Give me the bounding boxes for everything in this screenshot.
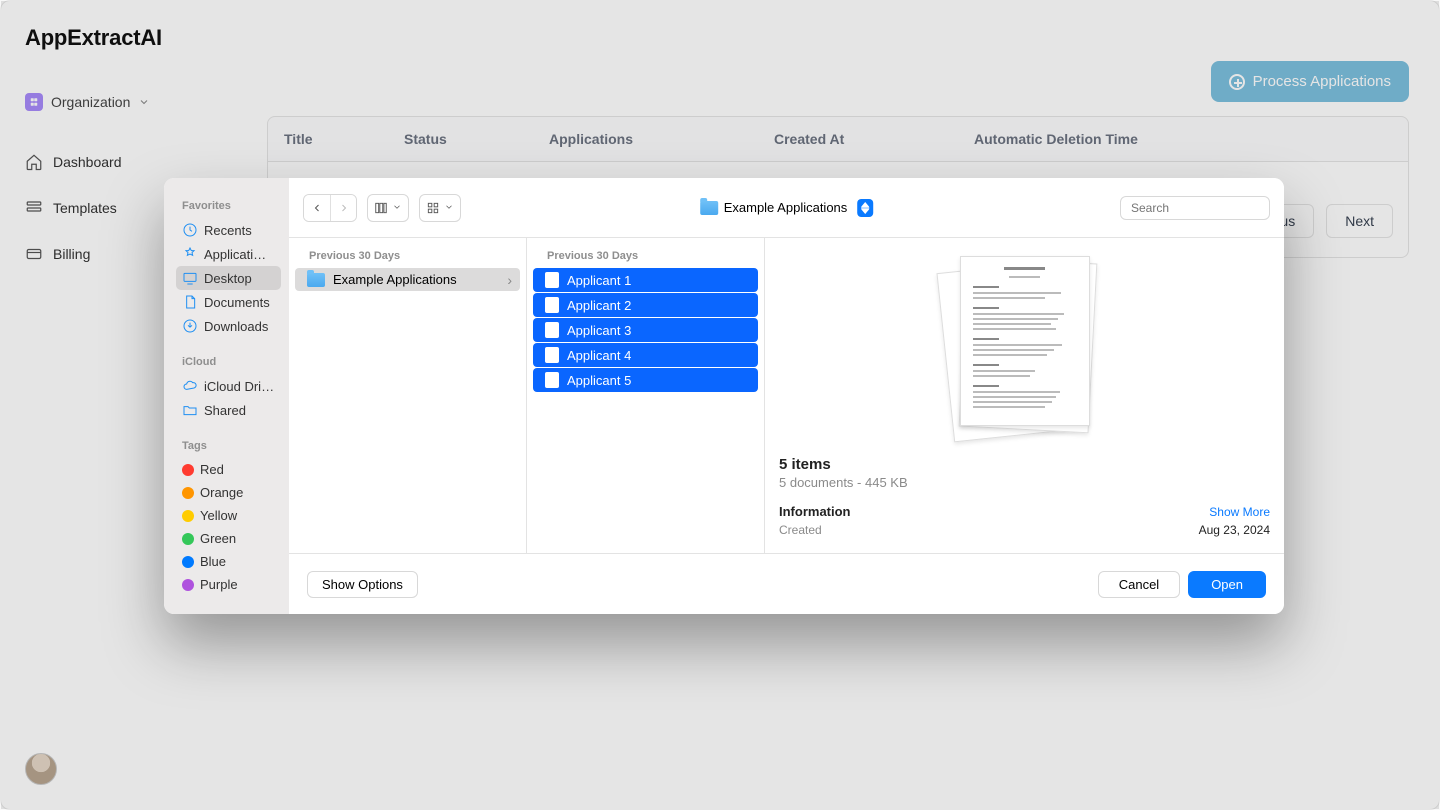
tag-dot-icon <box>182 487 194 499</box>
desktop-icon <box>182 270 198 286</box>
location-updown-icon <box>857 199 873 217</box>
dialog-columns: Previous 30 Days Example Applications Pr… <box>289 238 1284 554</box>
cancel-button[interactable]: Cancel <box>1098 571 1180 598</box>
shared-folder-icon <box>182 402 198 418</box>
sidebar-tag-blue[interactable]: Blue <box>176 550 281 573</box>
column-2: Previous 30 Days Applicant 1 Applicant 2 A… <box>527 238 765 553</box>
sidebar-item-recents[interactable]: Recents <box>176 218 281 242</box>
file-row-label: Applicant 1 <box>567 273 631 288</box>
file-row[interactable]: Applicant 5 <box>533 368 758 392</box>
file-open-dialog: Favorites Recents Applicati… Desktop Doc… <box>164 178 1284 614</box>
tag-dot-icon <box>182 533 194 545</box>
dialog-main: Example Applications Previous 30 Days <box>289 178 1284 614</box>
sidebar-documents-label: Documents <box>204 295 270 310</box>
column-1-header: Previous 30 Days <box>289 246 526 268</box>
sidebar-tag-yellow[interactable]: Yellow <box>176 504 281 527</box>
sidebar-item-icloud-drive[interactable]: iCloud Dri… <box>176 374 281 398</box>
show-more-link[interactable]: Show More <box>1209 505 1270 519</box>
dialog-toolbar: Example Applications <box>289 178 1284 238</box>
sidebar-desktop-label: Desktop <box>204 271 252 286</box>
tag-dot-icon <box>182 556 194 568</box>
preview-created-label: Created <box>779 523 822 537</box>
tag-dot-icon <box>182 579 194 591</box>
tag-label: Red <box>200 462 224 477</box>
nav-back-forward-group <box>303 194 357 222</box>
preview-info-label: Information <box>779 504 851 519</box>
file-row[interactable]: Applicant 1 <box>533 268 758 292</box>
sidebar-downloads-label: Downloads <box>204 319 268 334</box>
file-row[interactable]: Applicant 4 <box>533 343 758 367</box>
document-stack-preview <box>945 256 1105 436</box>
sidebar-tag-purple[interactable]: Purple <box>176 573 281 596</box>
clock-icon <box>182 222 198 238</box>
folder-icon <box>700 201 718 215</box>
column-2-header: Previous 30 Days <box>527 246 764 268</box>
file-row-label: Applicant 2 <box>567 298 631 313</box>
cloud-icon <box>182 378 198 394</box>
chevron-down-icon <box>392 199 402 217</box>
sidebar-item-shared[interactable]: Shared <box>176 398 281 422</box>
file-row-label: Applicant 3 <box>567 323 631 338</box>
folder-icon <box>307 273 325 287</box>
preview-created-value: Aug 23, 2024 <box>1199 523 1270 537</box>
show-options-button[interactable]: Show Options <box>307 571 418 598</box>
file-row-label: Applicant 4 <box>567 348 631 363</box>
dialog-sidebar: Favorites Recents Applicati… Desktop Doc… <box>164 178 289 614</box>
tag-dot-icon <box>182 464 194 476</box>
document-icon <box>545 322 559 338</box>
file-row-label: Applicant 5 <box>567 373 631 388</box>
document-icon <box>545 272 559 288</box>
forward-button[interactable] <box>330 195 356 221</box>
sidebar-item-desktop[interactable]: Desktop <box>176 266 281 290</box>
tag-label: Orange <box>200 485 243 500</box>
tag-dot-icon <box>182 510 194 522</box>
tag-label: Blue <box>200 554 226 569</box>
location-label: Example Applications <box>724 200 848 215</box>
sidebar-recents-label: Recents <box>204 223 252 238</box>
tag-label: Yellow <box>200 508 237 523</box>
sidebar-applications-label: Applicati… <box>204 247 266 262</box>
document-icon <box>545 372 559 388</box>
sidebar-tag-red[interactable]: Red <box>176 458 281 481</box>
group-icon <box>426 201 440 215</box>
open-button[interactable]: Open <box>1188 571 1266 598</box>
chevron-down-icon <box>444 199 454 217</box>
tag-label: Purple <box>200 577 238 592</box>
view-mode-select[interactable] <box>367 194 409 222</box>
sidebar-shared-label: Shared <box>204 403 246 418</box>
dialog-footer: Show Options Cancel Open <box>289 554 1284 614</box>
columns-view-icon <box>374 201 388 215</box>
file-row[interactable]: Applicant 3 <box>533 318 758 342</box>
app-window: AppExtractAI Organization Dashboard Temp… <box>0 0 1440 810</box>
folder-row-label: Example Applications <box>333 272 457 287</box>
location-selector[interactable]: Example Applications <box>694 195 880 221</box>
document-icon <box>545 297 559 313</box>
icloud-section-label: iCloud <box>176 352 289 374</box>
document-icon <box>545 347 559 363</box>
downloads-icon <box>182 318 198 334</box>
preview-pane: 5 items 5 documents - 445 KB Information… <box>765 238 1284 553</box>
back-button[interactable] <box>304 195 330 221</box>
preview-title: 5 items <box>779 456 1270 473</box>
tags-section-label: Tags <box>176 436 289 458</box>
documents-icon <box>182 294 198 310</box>
search-input[interactable] <box>1131 201 1284 215</box>
preview-subtitle: 5 documents - 445 KB <box>779 475 1270 490</box>
folder-row-example-applications[interactable]: Example Applications <box>295 268 520 291</box>
tag-label: Green <box>200 531 236 546</box>
sidebar-icloud-drive-label: iCloud Dri… <box>204 379 274 394</box>
sidebar-tag-orange[interactable]: Orange <box>176 481 281 504</box>
group-by-select[interactable] <box>419 194 461 222</box>
search-box[interactable] <box>1120 196 1270 220</box>
file-row[interactable]: Applicant 2 <box>533 293 758 317</box>
sidebar-tag-green[interactable]: Green <box>176 527 281 550</box>
column-1: Previous 30 Days Example Applications <box>289 238 527 553</box>
sidebar-item-documents[interactable]: Documents <box>176 290 281 314</box>
sidebar-item-applications[interactable]: Applicati… <box>176 242 281 266</box>
sidebar-item-downloads[interactable]: Downloads <box>176 314 281 338</box>
applications-icon <box>182 246 198 262</box>
favorites-section-label: Favorites <box>176 196 289 218</box>
